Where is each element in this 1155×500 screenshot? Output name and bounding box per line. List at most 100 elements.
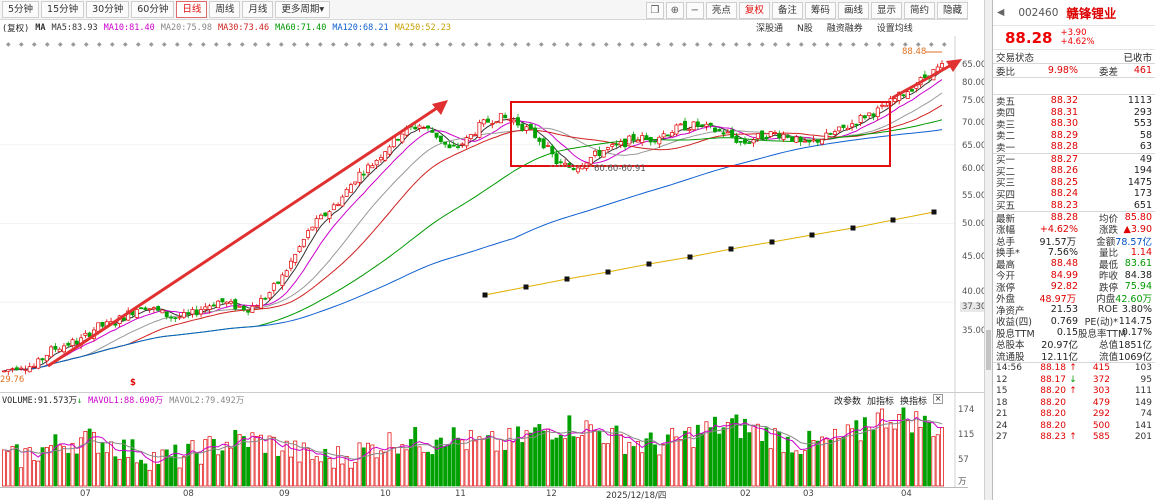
hk-connect-link[interactable]: 深股通 [756,21,783,35]
n-shares-link[interactable]: N股 [797,21,813,35]
volume-bar [918,427,923,487]
volume-bar [897,414,902,487]
tab-30min[interactable]: 30分钟 [86,1,130,18]
volume-bar [687,427,692,487]
volume-bar [151,452,156,487]
highlight-button[interactable]: 亮点 [705,1,737,19]
margin-trading-link[interactable]: 融资融券 [827,21,863,35]
notes-button[interactable]: 备注 [771,1,803,19]
candle-body [867,112,872,116]
candle-body [259,298,263,309]
candle-body [237,305,242,308]
candle-body [627,135,632,145]
volume-bar [318,461,323,487]
simple-button[interactable]: 简约 [903,1,935,19]
candle-body [36,358,41,369]
edit-params-button[interactable]: 改参数 [834,394,861,407]
candle-body [297,246,302,253]
vertical-scrollbar[interactable] [984,0,992,500]
draw-lines-button[interactable]: 画线 [837,1,869,19]
volume-bar [370,444,375,487]
sell-orders: 卖五 88.32 1113 卖四 88.31 293 卖三 88.30 553 卖二 88.29 58… [993,94,1155,154]
volume-bar [644,438,649,487]
event-marker: ◆ [461,41,466,48]
copy-icon[interactable]: ❐ [645,1,664,19]
candle-body [147,308,152,310]
candle-body [837,126,842,132]
candle-body [670,132,675,137]
hide-button[interactable]: 隐藏 [936,1,968,19]
volume-bar [794,450,799,487]
volume-bar [460,439,465,487]
event-marker: ◆ [760,41,765,48]
event-marker: ◆ [539,41,544,48]
event-marker: ◆ [513,41,518,48]
volume-bar [700,433,705,487]
tab-15min[interactable]: 15分钟 [41,1,85,18]
candle-body [648,137,653,143]
restore-rights-button[interactable]: 复权 [738,1,770,19]
scrollbar-grip[interactable] [986,330,991,370]
y-label-40: 40.00 [962,287,987,297]
price-chart[interactable]: ◆ ◆ ◆ ◆ ◆ ◆ ◆ ◆ ◆ ◆ ◆ ◆ ◆ ◆ ◆ ◆ ◆ ◆ ◆ ◆ ◆ ◆ ◆ ◆ ◆ ◆ ◆ ◆ ◆ ◆ ◆ ◆ ◆ ◆ ◆ ◆ ◆ ◆ ◆ ◆… [0,36,984,392]
volume-bar [640,452,645,487]
x-label-12: 12 [546,489,557,499]
candle-body [100,321,105,327]
volume-bar [293,440,298,487]
ma120-value: MA120:68.21 [332,22,389,33]
zoom-in-icon[interactable]: ⊕ [665,1,684,19]
tab-daily[interactable]: 日线 [176,1,208,18]
candle-body [318,214,323,220]
volume-bar [306,448,311,487]
tab-5min[interactable]: 5分钟 [2,1,40,18]
buy-row: 买五 88.23 651 [996,199,1152,213]
volume-bar [378,450,383,487]
candle-body [443,141,448,145]
add-indicator-button[interactable]: 加指标 [867,394,894,407]
candle-body [725,131,730,134]
volume-bar [413,427,418,487]
volume-bar [203,439,208,487]
zoom-out-icon[interactable]: − [685,1,704,19]
candle-body [357,171,362,183]
volume-bar [100,442,105,487]
tab-more-periods[interactable]: 更多周期▾ [275,1,331,18]
ma250-value: MA250:52.23 [394,22,451,33]
price-change: +3.90 +4.62% [1060,28,1094,47]
volume-bar [550,439,555,487]
candle-body [845,127,850,130]
display-button[interactable]: 显示 [870,1,902,19]
candle-body [674,124,679,135]
candle-body [623,138,628,148]
volume-bar [74,453,79,487]
candle-body [361,173,366,176]
chips-button[interactable]: 筹码 [804,1,836,19]
candle-body [263,297,268,300]
candle-body [546,145,550,147]
event-marker: ◆ [305,41,310,48]
event-marker: ◆ [812,41,817,48]
candle-body [820,139,825,145]
volume-bar [691,447,696,487]
event-marker: ◆ [734,41,739,48]
volume-bar [541,430,546,487]
volume-bar [10,445,15,487]
back-arrow-icon[interactable]: ◀ [997,7,1004,18]
candle-body [785,135,790,138]
tab-monthly[interactable]: 月线 [242,1,274,18]
volume-bar [194,453,199,487]
volume-bar [289,456,293,487]
volume-bar [276,455,281,487]
tab-60min[interactable]: 60分钟 [131,1,175,18]
candle-body [884,104,889,108]
switch-indicator-button[interactable]: 换指标 [900,394,927,407]
event-marker: ◆ [630,41,635,48]
candle-body [571,167,576,171]
set-ma-link[interactable]: 设置均线 [877,21,913,35]
close-icon[interactable]: × [933,394,944,404]
tab-weekly[interactable]: 周线 [209,1,241,18]
volume-bar [597,431,602,487]
event-marker: ◆ [214,41,219,48]
candle-body [747,142,752,144]
candle-body [241,306,246,310]
